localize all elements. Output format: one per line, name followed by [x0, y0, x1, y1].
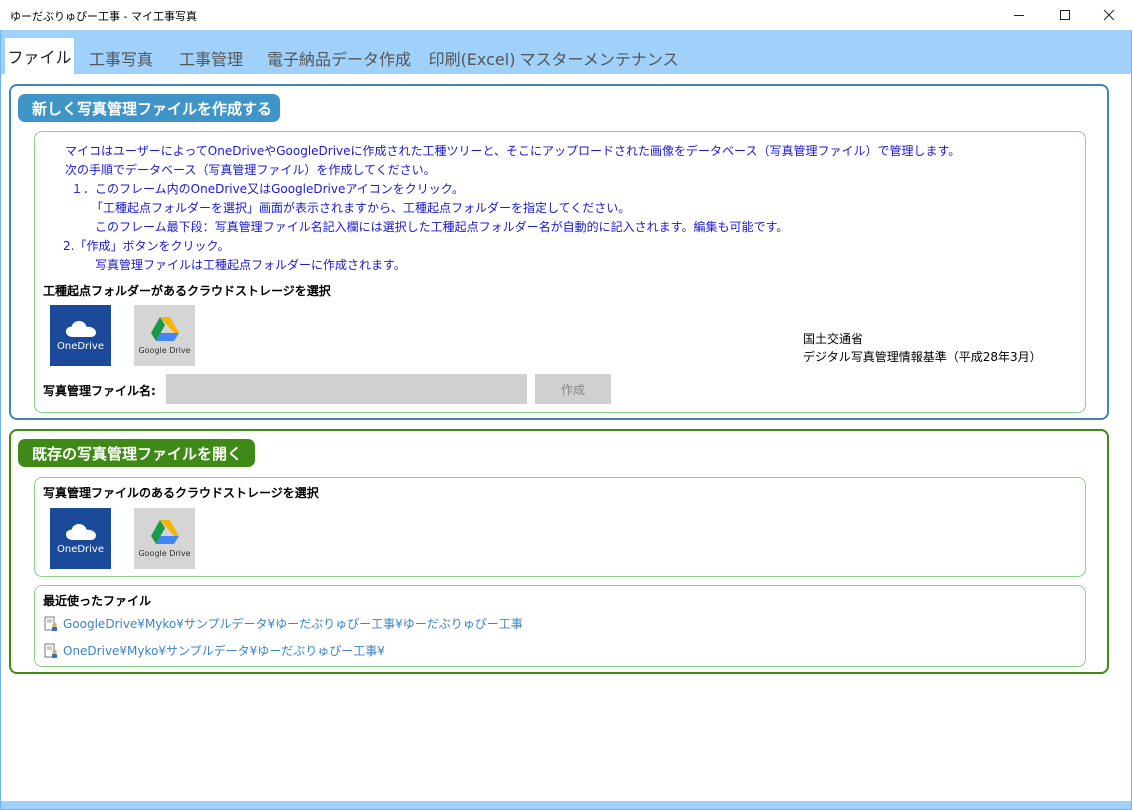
filename-input[interactable]: [166, 374, 527, 404]
storage-select-label: 工種起点フォルダーがあるクラウドストレージを選択: [43, 284, 331, 298]
open-storage-frame: 写真管理ファイルのあるクラウドストレージを選択 OneDrive Google …: [34, 477, 1086, 577]
open-onedrive-label: OneDrive: [56, 543, 105, 555]
minimize-button[interactable]: [996, 0, 1042, 30]
maximize-button[interactable]: [1042, 0, 1088, 30]
maximize-icon: [1060, 10, 1070, 20]
tab-construction-management[interactable]: 工事管理: [171, 41, 251, 74]
recent-file-link[interactable]: GoogleDrive¥Myko¥サンプルデータ¥ゆーだぶりゅぴー工事¥ゆーだぶ…: [43, 615, 523, 632]
tab-master-maintenance[interactable]: マスターメンテナンス: [519, 41, 678, 74]
instruction-line: １．このフレーム内のOneDrive又はGoogleDriveアイコンをクリック…: [71, 182, 464, 196]
recent-file-path: OneDrive¥Myko¥サンプルデータ¥ゆーだぶりゅぴー工事¥: [63, 644, 385, 658]
ribbon-tab-bar: ファイル 工事写真 工事管理 電子納品データ作成 印刷(Excel) マスターメ…: [1, 30, 1131, 74]
reference-ministry: 国土交通省: [803, 332, 864, 346]
new-file-frame: マイコはユーザーによってOneDriveやGoogleDriveに作成された工種…: [34, 131, 1086, 413]
title-bar[interactable]: ゆーだぶりゅぴー工事 - マイ工事写真: [0, 0, 1132, 30]
google-drive-icon: [150, 520, 179, 544]
recent-file-link[interactable]: OneDrive¥Myko¥サンプルデータ¥ゆーだぶりゅぴー工事¥: [43, 642, 385, 659]
photo-file-icon: [44, 616, 57, 631]
open-file-group: 既存の写真管理ファイルを開く 写真管理ファイルのあるクラウドストレージを選択 O…: [9, 429, 1109, 674]
google-drive-label: Google Drive: [138, 346, 191, 355]
new-file-group: 新しく写真管理ファイルを作成する マイコはユーザーによってOneDriveやGo…: [9, 84, 1109, 420]
instruction-line: マイコはユーザーによってOneDriveやGoogleDriveに作成された工種…: [65, 144, 961, 158]
open-file-group-header: 既存の写真管理ファイルを開く: [18, 439, 255, 467]
close-button[interactable]: [1086, 0, 1132, 30]
onedrive-cloud-icon: [65, 320, 96, 337]
photo-file-icon: [44, 643, 57, 658]
open-storage-select-label: 写真管理ファイルのあるクラウドストレージを選択: [43, 486, 319, 500]
status-bar: [1, 801, 1131, 809]
open-google-drive-button[interactable]: Google Drive: [134, 508, 195, 569]
tab-construction-photos[interactable]: 工事写真: [81, 41, 161, 74]
recent-files-frame: 最近使ったファイル GoogleDrive¥Myko¥サンプルデータ¥ゆーだぶり…: [34, 585, 1086, 667]
open-onedrive-button[interactable]: OneDrive: [50, 508, 111, 569]
onedrive-button[interactable]: OneDrive: [50, 305, 111, 366]
instruction-line: 次の手順でデータベース（写真管理ファイル）を作成してください。: [65, 163, 436, 177]
tab-print-excel[interactable]: 印刷(Excel): [425, 41, 519, 74]
onedrive-label: OneDrive: [56, 340, 105, 352]
tab-file[interactable]: ファイル: [5, 38, 74, 74]
close-icon: [1103, 9, 1115, 21]
onedrive-cloud-icon: [65, 523, 96, 540]
instruction-line: 写真管理ファイルは工種起点フォルダーに作成されます。: [95, 258, 406, 272]
create-button[interactable]: 作成: [535, 374, 611, 404]
tab-electronic-delivery[interactable]: 電子納品データ作成: [264, 41, 414, 74]
instruction-line: 2.「作成」ボタンをクリック。: [63, 239, 230, 253]
google-drive-button[interactable]: Google Drive: [134, 305, 195, 366]
open-google-drive-label: Google Drive: [138, 549, 191, 558]
instruction-line: このフレーム最下段：写真管理ファイル名記入欄には選択した工種起点フォルダー名が自…: [95, 220, 789, 234]
recent-files-label: 最近使ったファイル: [43, 594, 152, 608]
new-file-group-header: 新しく写真管理ファイルを作成する: [18, 94, 280, 122]
google-drive-icon: [150, 317, 179, 341]
reference-standard: デジタル写真管理情報基準（平成28年3月）: [803, 350, 1042, 364]
window-title: ゆーだぶりゅぴー工事 - マイ工事写真: [10, 10, 197, 23]
instruction-line: 「工種起点フォルダーを選択」画面が表示されますから、工種起点フォルダーを指定して…: [91, 201, 631, 215]
minimize-icon: [1014, 15, 1024, 16]
recent-file-path: GoogleDrive¥Myko¥サンプルデータ¥ゆーだぶりゅぴー工事¥ゆーだぶ…: [63, 617, 523, 631]
instructions: マイコはユーザーによってOneDriveやGoogleDriveに作成された工種…: [35, 142, 960, 275]
filename-label: 写真管理ファイル名:: [43, 384, 156, 398]
